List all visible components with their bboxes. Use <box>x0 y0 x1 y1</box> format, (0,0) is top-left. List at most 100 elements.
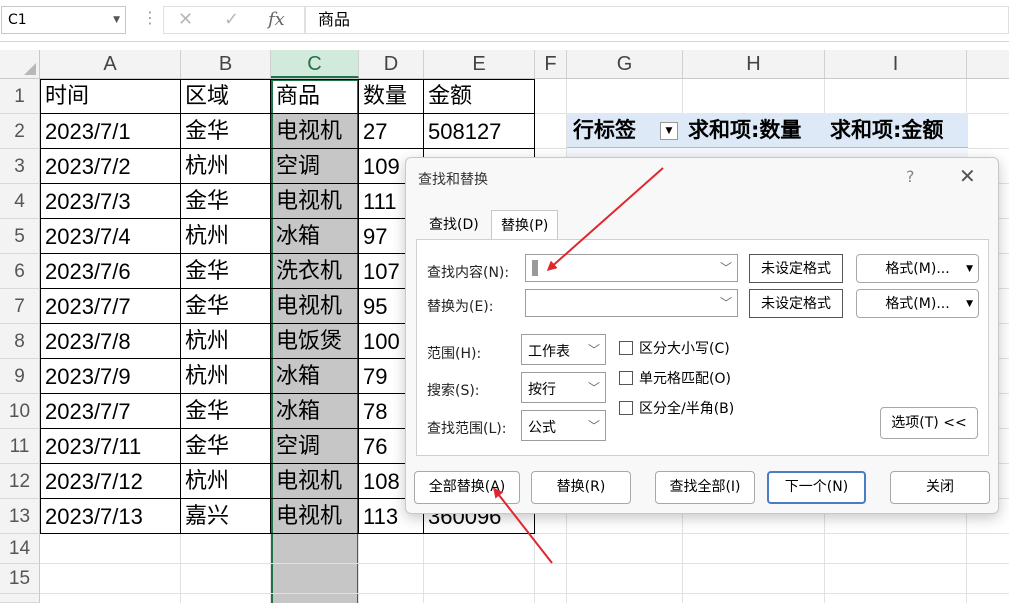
table-cell[interactable]: 金华 <box>180 184 270 219</box>
row-header-6[interactable]: 6 <box>0 254 40 289</box>
table-header-cell[interactable]: 时间 <box>40 79 180 114</box>
table-cell[interactable]: 2023/7/13 <box>40 499 180 534</box>
table-cell[interactable]: 杭州 <box>180 464 270 499</box>
table-cell[interactable]: 113 <box>358 499 405 534</box>
table-cell[interactable]: 金华 <box>180 289 270 324</box>
row-header-11[interactable]: 11 <box>0 429 40 464</box>
table-cell[interactable]: 杭州 <box>180 219 270 254</box>
table-cell[interactable]: 杭州 <box>180 324 270 359</box>
row-header-10[interactable]: 10 <box>0 394 40 429</box>
row-header-9[interactable]: 9 <box>0 359 40 394</box>
table-cell[interactable]: 杭州 <box>180 149 270 184</box>
table-cell[interactable]: 空调 <box>271 429 359 464</box>
table-cell[interactable]: 79 <box>358 359 405 394</box>
row-header-13[interactable]: 13 <box>0 499 40 534</box>
row-header-5[interactable]: 5 <box>0 219 40 254</box>
insert-function-icon[interactable]: fx <box>268 9 285 30</box>
help-icon[interactable]: ? <box>906 167 915 186</box>
table-cell[interactable]: 508127 <box>423 114 534 149</box>
replace-button[interactable]: 替换(R) <box>531 471 631 504</box>
row-header-1[interactable]: 1 <box>0 79 40 114</box>
table-cell[interactable]: 2023/7/7 <box>40 289 180 324</box>
table-cell[interactable]: 2023/7/3 <box>40 184 180 219</box>
table-cell[interactable]: 2023/7/8 <box>40 324 180 359</box>
chevron-down-icon[interactable]: ﹀ <box>720 259 732 276</box>
row-header-4[interactable]: 4 <box>0 184 40 219</box>
pivot-sum-amount[interactable]: 求和项:金额 <box>830 113 943 148</box>
row-header-3[interactable]: 3 <box>0 149 40 184</box>
pivot-sum-quantity[interactable]: 求和项:数量 <box>688 113 801 148</box>
column-header-d[interactable]: D <box>359 50 424 78</box>
table-cell[interactable]: 97 <box>358 219 405 254</box>
close-button[interactable]: 关闭 <box>890 471 990 504</box>
find-next-button[interactable]: 下一个(N) <box>767 471 866 504</box>
table-cell[interactable]: 洗衣机 <box>271 254 359 289</box>
table-cell[interactable]: 2023/7/6 <box>40 254 180 289</box>
chevron-down-icon[interactable]: ﹀ <box>720 294 732 311</box>
table-cell[interactable]: 2023/7/2 <box>40 149 180 184</box>
scope-select[interactable]: 工作表 ﹀ <box>521 334 606 365</box>
table-header-cell[interactable]: 商品 <box>271 79 359 114</box>
formula-input[interactable]: 商品 <box>305 6 1009 34</box>
table-cell[interactable]: 电视机 <box>271 114 359 149</box>
chevron-down-icon[interactable]: ▼ <box>966 290 973 318</box>
column-header-i[interactable]: I <box>825 50 967 78</box>
column-header-b[interactable]: B <box>181 50 271 78</box>
table-cell[interactable]: 电饭煲 <box>271 324 359 359</box>
column-header-c[interactable]: C <box>271 50 359 78</box>
row-header-16[interactable] <box>0 594 40 603</box>
row-header-2[interactable]: 2 <box>0 114 40 149</box>
table-cell[interactable]: 111 <box>358 184 405 219</box>
table-cell[interactable]: 27 <box>358 114 423 149</box>
row-header-14[interactable]: 14 <box>0 534 40 564</box>
column-header-e[interactable]: E <box>424 50 535 78</box>
replace-with-input[interactable]: ﹀ <box>525 289 738 317</box>
filter-dropdown-icon[interactable]: ▼ <box>660 122 678 140</box>
table-cell[interactable]: 杭州 <box>180 359 270 394</box>
find-what-input[interactable]: ﹀ <box>525 254 738 282</box>
table-cell[interactable]: 金华 <box>180 254 270 289</box>
chevron-down-icon[interactable]: ▼ <box>113 7 120 33</box>
table-cell[interactable]: 金华 <box>180 394 270 429</box>
table-cell[interactable]: 金华 <box>180 429 270 464</box>
table-cell[interactable]: 100 <box>358 324 405 359</box>
close-icon[interactable]: ✕ <box>959 164 976 188</box>
chevron-down-icon[interactable]: ﹀ <box>588 341 600 358</box>
table-cell[interactable]: 2023/7/11 <box>40 429 180 464</box>
tab-replace[interactable]: 替换(P) <box>491 210 559 240</box>
chevron-down-icon[interactable]: ﹀ <box>588 379 600 396</box>
table-cell[interactable]: 冰箱 <box>271 359 359 394</box>
table-cell[interactable]: 电视机 <box>271 289 359 324</box>
match-entire-cell-checkbox[interactable]: 单元格匹配(O) <box>619 368 731 388</box>
table-cell[interactable]: 嘉兴 <box>180 499 270 534</box>
row-header-7[interactable]: 7 <box>0 289 40 324</box>
table-cell[interactable]: 冰箱 <box>271 394 359 429</box>
table-cell[interactable]: 95 <box>358 289 405 324</box>
table-header-cell[interactable]: 区域 <box>180 79 270 114</box>
column-header-f[interactable]: F <box>535 50 567 78</box>
column-header-a[interactable]: A <box>40 50 181 78</box>
table-cell[interactable]: 2023/7/7 <box>40 394 180 429</box>
replace-format-button[interactable]: 格式(M)... ▼ <box>856 289 979 318</box>
table-cell[interactable]: 2023/7/4 <box>40 219 180 254</box>
table-header-cell[interactable]: 金额 <box>423 79 534 114</box>
table-header-cell[interactable]: 数量 <box>358 79 423 114</box>
name-box[interactable]: C1 ▼ <box>1 6 126 34</box>
table-cell[interactable]: 电视机 <box>271 464 359 499</box>
enter-icon[interactable]: ✓ <box>224 9 239 30</box>
column-header-g[interactable]: G <box>567 50 683 78</box>
table-cell[interactable]: 107 <box>358 254 405 289</box>
table-cell[interactable]: 2023/7/9 <box>40 359 180 394</box>
row-header-8[interactable]: 8 <box>0 324 40 359</box>
table-cell[interactable]: 108 <box>358 464 405 499</box>
table-cell[interactable]: 78 <box>358 394 405 429</box>
find-all-button[interactable]: 查找全部(I) <box>655 471 755 504</box>
select-all-button[interactable] <box>0 50 40 78</box>
table-cell[interactable]: 电视机 <box>271 499 359 534</box>
tab-find[interactable]: 查找(D) <box>420 210 488 240</box>
table-cell[interactable]: 冰箱 <box>271 219 359 254</box>
table-cell[interactable]: 电视机 <box>271 184 359 219</box>
cancel-icon[interactable]: ✕ <box>178 9 193 30</box>
table-cell[interactable]: 2023/7/1 <box>40 114 180 149</box>
column-header-h[interactable]: H <box>683 50 825 78</box>
